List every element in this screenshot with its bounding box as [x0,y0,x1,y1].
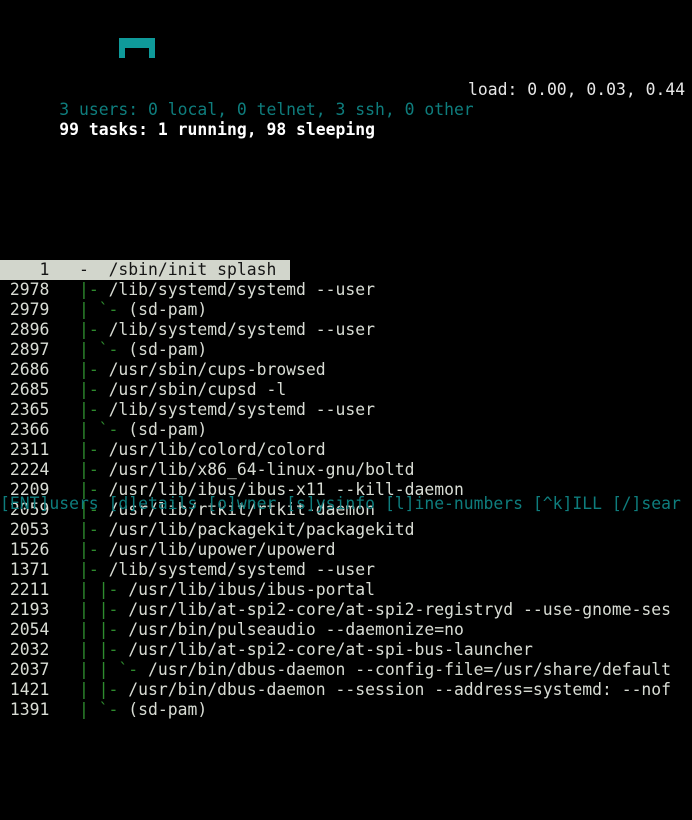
process-tree-branch: |- [49,400,108,419]
process-pid: 2978 [0,280,49,299]
process-row[interactable]: 1421 | |- /usr/bin/dbus-daemon --session… [0,680,692,700]
process-row[interactable]: 2979 | `- (sd-pam) [0,300,692,320]
process-row[interactable]: 2896 |- /lib/systemd/systemd --user [0,320,692,340]
process-tree-branch: |- [49,520,108,539]
process-tree-branch: | | `- [49,660,148,679]
cursor-block-icon [119,38,155,58]
process-row[interactable]: 2224 |- /usr/lib/x86_64-linux-gnu/boltd [0,460,692,480]
process-tree-branch: |- [49,460,108,479]
process-command: /usr/sbin/cupsd -l [109,380,287,399]
process-pid: 2311 [0,440,49,459]
process-row[interactable]: 2054 | |- /usr/bin/pulseaudio --daemoniz… [0,620,692,640]
process-pid: 2979 [0,300,49,319]
process-tree-branch: | `- [49,340,128,359]
header-line-tasks: 99 tasks: 1 running, 98 sleeping [0,100,692,120]
terminal-screen: 3 users: 0 local, 0 telnet, 3 ssh, 0 oth… [0,0,692,515]
process-row[interactable]: 2311 |- /usr/lib/colord/colord [0,440,692,460]
process-row[interactable]: 1391 | `- (sd-pam) [0,700,692,720]
process-tree-branch: |- [49,280,108,299]
process-command: /lib/systemd/systemd --user [109,560,375,579]
process-tree-branch: |- [49,540,108,559]
process-pid: 1371 [0,560,49,579]
process-pid: 1526 [0,540,49,559]
process-pid: 2896 [0,320,49,339]
process-row[interactable]: 2897 | `- (sd-pam) [0,340,692,360]
process-command: (sd-pam) [128,700,207,719]
process-command: (sd-pam) [128,300,207,319]
load-average-text: load: 0.00, 0.03, 0.44 [468,80,685,100]
process-tree-branch: |- [49,440,108,459]
process-row[interactable]: 2366 | `- (sd-pam) [0,420,692,440]
process-command: /usr/lib/at-spi2-core/at-spi-bus-launche… [128,640,533,659]
process-command: /usr/lib/packagekit/packagekitd [109,520,415,539]
process-tree-branch: | `- [49,300,128,319]
process-tree-branch: | |- [49,640,128,659]
process-tree-branch: | `- [49,420,128,439]
process-command: /lib/systemd/systemd --user [109,320,375,339]
process-command: /lib/systemd/systemd --user [109,400,375,419]
process-command: /usr/lib/upower/upowerd [109,540,336,559]
process-pid: 2193 [0,600,49,619]
process-pid: 2224 [0,460,49,479]
process-command: /usr/bin/pulseaudio --daemonize=no [128,620,464,639]
process-command: (sd-pam) [128,420,207,439]
process-command: /usr/sbin/cups-browsed [109,360,326,379]
process-pid: 2897 [0,340,49,359]
process-pid: 1 [0,260,49,279]
header-line-users: 3 users: 0 local, 0 telnet, 3 ssh, 0 oth… [0,80,692,100]
process-command: (sd-pam) [128,340,207,359]
process-command: /usr/bin/dbus-daemon --session --address… [128,680,671,699]
terminal-header: 3 users: 0 local, 0 telnet, 3 ssh, 0 oth… [0,80,692,120]
process-command: /usr/lib/ibus/ibus-portal [128,580,375,599]
process-tree-branch: | |- [49,580,128,599]
process-tree-branch: |- [49,380,108,399]
process-pid: 2032 [0,640,49,659]
process-tree-branch: | |- [49,620,128,639]
process-row[interactable]: 2211 | |- /usr/lib/ibus/ibus-portal [0,580,692,600]
process-row[interactable]: 2978 |- /lib/systemd/systemd --user [0,280,692,300]
process-pid: 2686 [0,360,49,379]
process-pid: 2053 [0,520,49,539]
process-row[interactable]: 2365 |- /lib/systemd/systemd --user [0,400,692,420]
process-row[interactable]: 2685 |- /usr/sbin/cupsd -l [0,380,692,400]
footer-keybar[interactable]: [ENT]users [d]etails [o]wner [s]ysinfo [… [0,494,692,514]
process-pid: 2211 [0,580,49,599]
tasks-summary-text: 99 tasks: 1 running, 98 sleeping [59,120,375,139]
process-tree-list[interactable]: 1 - /sbin/init splash 2978 |- /lib/syste… [0,260,692,720]
process-tree-branch: |- [49,360,108,379]
process-command: /usr/lib/colord/colord [109,440,326,459]
process-tree-branch: - [49,260,108,279]
process-command: /sbin/init splash [109,260,277,279]
process-tree-branch: | |- [49,680,128,699]
process-row[interactable]: 2686 |- /usr/sbin/cups-browsed [0,360,692,380]
process-tree-branch: | |- [49,600,128,619]
process-row[interactable]: 2193 | |- /usr/lib/at-spi2-core/at-spi2-… [0,600,692,620]
process-pid: 2366 [0,420,49,439]
process-row[interactable]: 2037 | | `- /usr/bin/dbus-daemon --confi… [0,660,692,680]
process-row[interactable]: 1371 |- /lib/systemd/systemd --user [0,560,692,580]
process-command: /usr/lib/x86_64-linux-gnu/boltd [109,460,415,479]
process-row[interactable]: 2053 |- /usr/lib/packagekit/packagekitd [0,520,692,540]
process-pid: 2365 [0,400,49,419]
process-row[interactable]: 1 - /sbin/init splash [0,260,290,280]
process-pid: 2685 [0,380,49,399]
process-tree-branch: |- [49,320,108,339]
process-command: /usr/bin/dbus-daemon --config-file=/usr/… [148,660,671,679]
process-row[interactable]: 2032 | |- /usr/lib/at-spi2-core/at-spi-b… [0,640,692,660]
process-command: /usr/lib/at-spi2-core/at-spi2-registryd … [128,600,671,619]
process-row[interactable]: 1526 |- /usr/lib/upower/upowerd [0,540,692,560]
process-tree-branch: | `- [49,700,128,719]
process-pid: 1421 [0,680,49,699]
process-pid: 2054 [0,620,49,639]
process-pid: 1391 [0,700,49,719]
process-tree-branch: |- [49,560,108,579]
process-pid: 2037 [0,660,49,679]
process-command: /lib/systemd/systemd --user [109,280,375,299]
